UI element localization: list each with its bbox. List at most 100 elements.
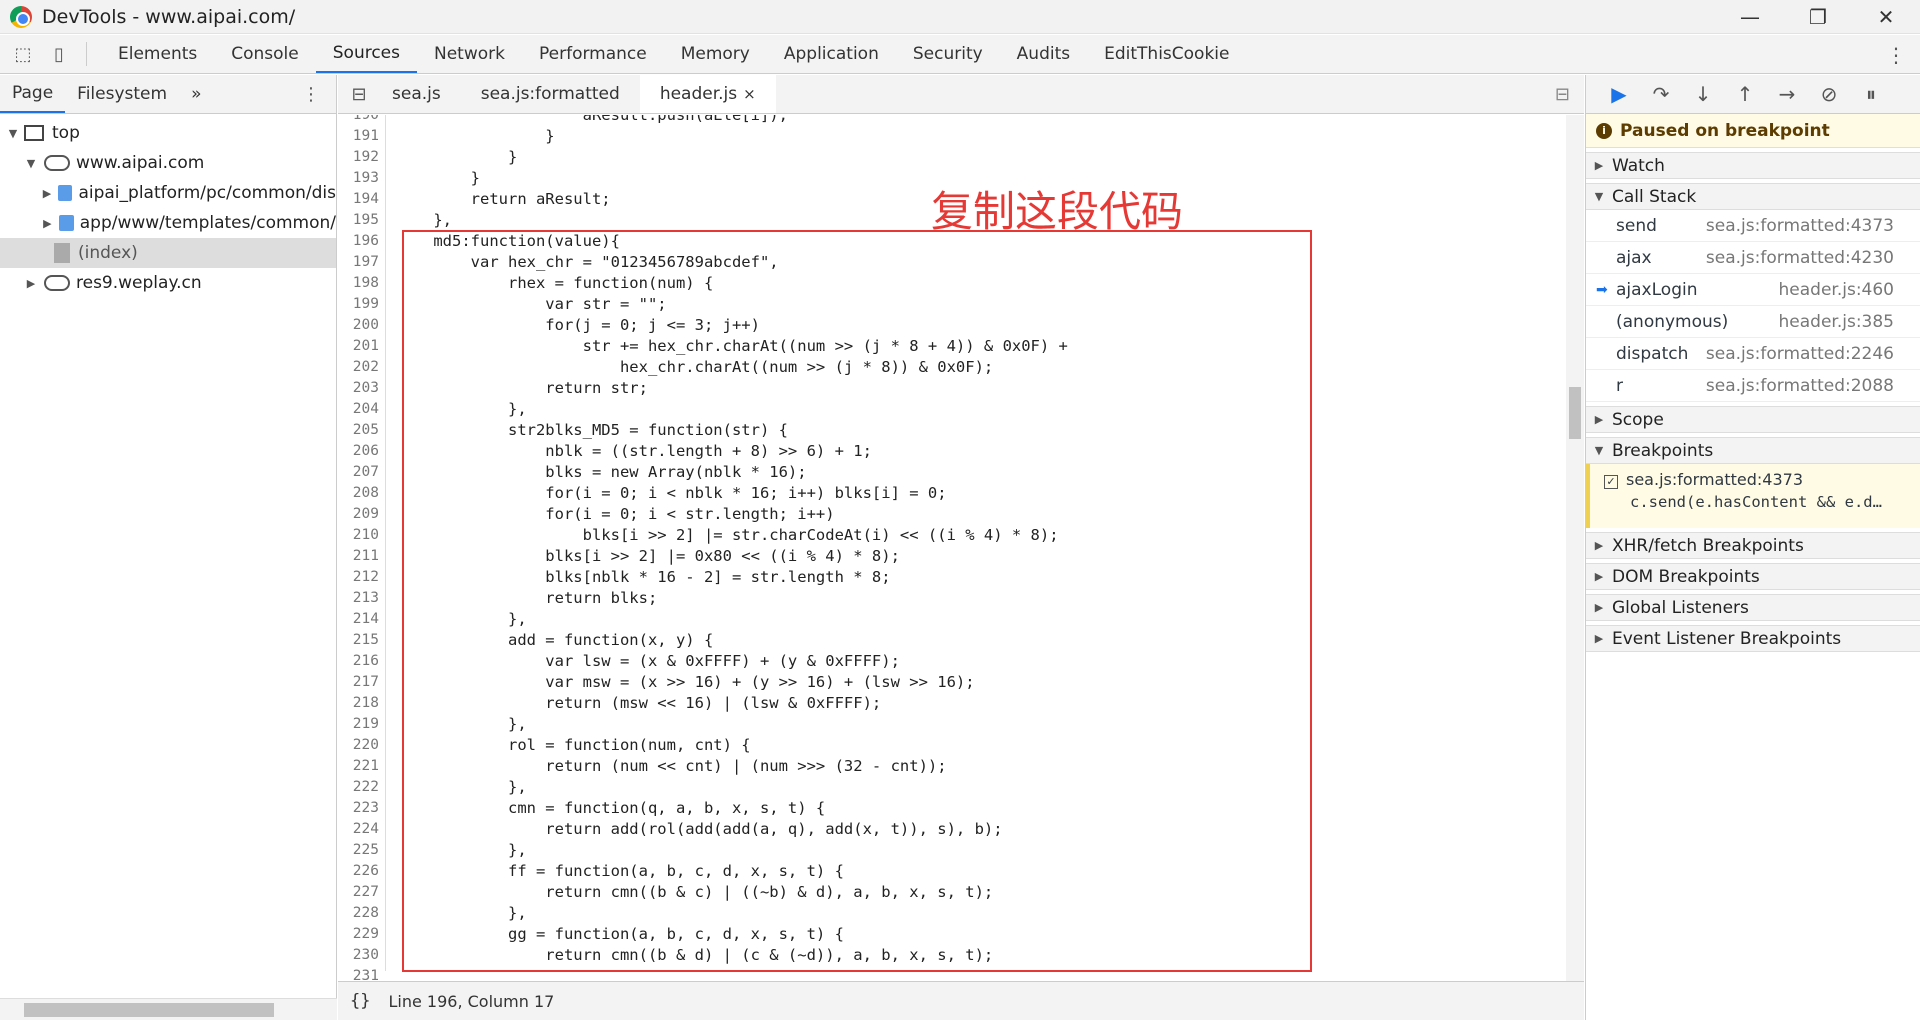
inspect-element-icon[interactable]: ⬚: [10, 41, 36, 67]
line-number[interactable]: 208: [338, 483, 385, 504]
tab-application[interactable]: Application: [767, 35, 896, 73]
tree-node[interactable]: ▶ aipai_platform/pc/common/dis: [0, 178, 336, 208]
line-number[interactable]: 198: [338, 273, 385, 294]
section-event-listener-breakpoints[interactable]: ▶ Event Listener Breakpoints: [1586, 625, 1920, 652]
pretty-print-icon[interactable]: {}: [350, 991, 370, 1011]
line-number[interactable]: 210: [338, 525, 385, 546]
call-frame-location[interactable]: sea.js:formatted:4373: [1706, 216, 1894, 236]
call-frame[interactable]: (anonymous) header.js:385: [1586, 306, 1920, 338]
call-frame[interactable]: dispatch sea.js:formatted:2246: [1586, 338, 1920, 370]
tree-node[interactable]: (index): [0, 238, 336, 268]
section-dom-breakpoints[interactable]: ▶ DOM Breakpoints: [1586, 563, 1920, 590]
line-number[interactable]: 217: [338, 672, 385, 693]
step-into-icon[interactable]: ↓: [1682, 82, 1724, 106]
line-number[interactable]: 190: [338, 115, 385, 126]
deactivate-breakpoints-icon[interactable]: ⊘: [1808, 82, 1850, 106]
line-number[interactable]: 221: [338, 756, 385, 777]
tab-console[interactable]: Console: [214, 35, 316, 73]
call-frame-location[interactable]: sea.js:formatted:4230: [1706, 248, 1894, 268]
tab-audits[interactable]: Audits: [1000, 35, 1087, 73]
line-number[interactable]: 225: [338, 840, 385, 861]
call-frame-location[interactable]: header.js:460: [1779, 280, 1895, 300]
line-number[interactable]: 216: [338, 651, 385, 672]
more-tabs-icon[interactable]: »: [179, 75, 213, 113]
toggle-navigator-icon[interactable]: ⊟: [346, 81, 372, 107]
breakpoint-checkbox[interactable]: ✓: [1604, 475, 1618, 489]
device-toolbar-icon[interactable]: ▯: [46, 41, 72, 67]
more-options-icon[interactable]: ⋮: [1886, 43, 1906, 67]
close-button[interactable]: ✕: [1852, 0, 1920, 34]
line-number[interactable]: 218: [338, 693, 385, 714]
call-frame[interactable]: send sea.js:formatted:4373: [1586, 210, 1920, 242]
call-frame-location[interactable]: header.js:385: [1779, 312, 1895, 332]
pause-on-exceptions-icon[interactable]: ⏸: [1850, 82, 1892, 106]
section-global-listeners[interactable]: ▶ Global Listeners: [1586, 594, 1920, 621]
tab-elements[interactable]: Elements: [101, 35, 214, 73]
breakpoint-item[interactable]: ✓ sea.js:formatted:4373 c.send(e.hasConte…: [1586, 464, 1920, 528]
editor-tab-seajs[interactable]: sea.js: [372, 75, 461, 113]
line-number[interactable]: 207: [338, 462, 385, 483]
line-number[interactable]: 223: [338, 798, 385, 819]
tree-node[interactable]: ▶ res9.weplay.cn: [0, 268, 336, 298]
line-number[interactable]: 205: [338, 420, 385, 441]
tab-filesystem[interactable]: Filesystem: [65, 75, 179, 113]
line-number[interactable]: 215: [338, 630, 385, 651]
call-frame[interactable]: ajax sea.js:formatted:4230: [1586, 242, 1920, 274]
line-number[interactable]: 204: [338, 399, 385, 420]
line-number[interactable]: 231: [338, 966, 385, 981]
tab-security[interactable]: Security: [896, 35, 1000, 73]
call-frame[interactable]: r sea.js:formatted:2088: [1586, 370, 1920, 402]
line-number[interactable]: 197: [338, 252, 385, 273]
line-number[interactable]: 224: [338, 819, 385, 840]
line-number[interactable]: 222: [338, 777, 385, 798]
line-number[interactable]: 214: [338, 609, 385, 630]
navigator-menu-icon[interactable]: ⋮: [302, 84, 320, 105]
tab-editthiscookie[interactable]: EditThisCookie: [1087, 35, 1246, 73]
line-number[interactable]: 196: [338, 231, 385, 252]
line-number[interactable]: 209: [338, 504, 385, 525]
editor-vertical-scrollbar[interactable]: [1566, 115, 1584, 981]
line-number[interactable]: 220: [338, 735, 385, 756]
section-breakpoints[interactable]: ▼ Breakpoints: [1586, 437, 1920, 464]
line-number[interactable]: 230: [338, 945, 385, 966]
tree-node[interactable]: ▼ www.aipai.com: [0, 148, 336, 178]
tab-sources[interactable]: Sources: [315, 35, 417, 73]
line-number[interactable]: 211: [338, 546, 385, 567]
tree-node[interactable]: ▶ app/www/templates/common/: [0, 208, 336, 238]
step-over-icon[interactable]: ↷: [1640, 82, 1682, 106]
resume-icon[interactable]: ▶: [1598, 82, 1640, 106]
line-number[interactable]: 228: [338, 903, 385, 924]
maximize-button[interactable]: ❐: [1784, 0, 1852, 34]
tree-node[interactable]: ▼ top: [0, 118, 336, 148]
line-number[interactable]: 192: [338, 147, 385, 168]
step-out-icon[interactable]: ↑: [1724, 82, 1766, 106]
line-number[interactable]: 203: [338, 378, 385, 399]
step-icon[interactable]: →: [1766, 82, 1808, 106]
line-number[interactable]: 226: [338, 861, 385, 882]
code-editor[interactable]: 190 191 192 193 194 195 196 197 198 199 200 201 202 2…: [338, 115, 1566, 981]
line-number[interactable]: 195: [338, 210, 385, 231]
toggle-debugger-icon[interactable]: ⊟: [1555, 84, 1570, 105]
editor-tab-headerjs[interactable]: header.js ×: [639, 75, 776, 113]
navigator-scrollbar[interactable]: [0, 998, 337, 1020]
line-number[interactable]: 193: [338, 168, 385, 189]
tab-network[interactable]: Network: [417, 35, 522, 73]
section-watch[interactable]: ▶ Watch: [1586, 152, 1920, 179]
line-number[interactable]: 219: [338, 714, 385, 735]
line-number-gutter[interactable]: 190 191 192 193 194 195 196 197 198 199 200 201 202 2…: [338, 115, 386, 981]
section-scope[interactable]: ▶ Scope: [1586, 406, 1920, 433]
line-number[interactable]: 212: [338, 567, 385, 588]
minimize-button[interactable]: —: [1716, 0, 1784, 34]
line-number[interactable]: 194: [338, 189, 385, 210]
line-number[interactable]: 199: [338, 294, 385, 315]
close-tab-icon[interactable]: ×: [743, 85, 756, 103]
editor-tab-seajs-formatted[interactable]: sea.js:formatted: [461, 75, 640, 113]
line-number[interactable]: 200: [338, 315, 385, 336]
call-frame-location[interactable]: sea.js:formatted:2088: [1706, 376, 1894, 396]
line-number[interactable]: 201: [338, 336, 385, 357]
line-number[interactable]: 191: [338, 126, 385, 147]
line-number[interactable]: 202: [338, 357, 385, 378]
tab-memory[interactable]: Memory: [664, 35, 767, 73]
line-number[interactable]: 227: [338, 882, 385, 903]
line-number[interactable]: 229: [338, 924, 385, 945]
